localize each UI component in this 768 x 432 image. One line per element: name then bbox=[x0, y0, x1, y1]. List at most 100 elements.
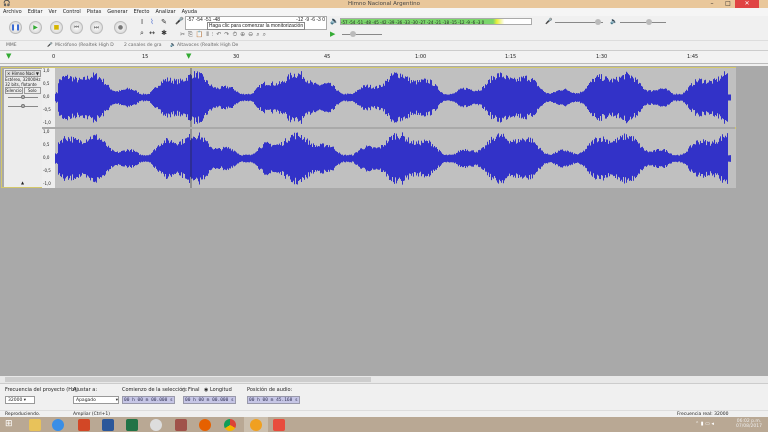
fit-project-icon[interactable]: ⌕ bbox=[263, 31, 269, 38]
zoom-out-icon[interactable]: ⊖ bbox=[248, 31, 256, 38]
close-button[interactable]: ✕ bbox=[735, 0, 759, 8]
tick: 45 bbox=[324, 54, 331, 60]
tray-icons[interactable]: ⌃ ▮ ▭ ◂ bbox=[695, 421, 714, 427]
file-explorer-icon[interactable] bbox=[29, 418, 41, 431]
skip-to-start-button[interactable]: ⏮ bbox=[70, 21, 83, 34]
play-button[interactable]: ▶ bbox=[29, 21, 42, 34]
channel-right[interactable]: 1,0 0,5 0,0 -0,5 -1,0 bbox=[42, 129, 736, 188]
draw-tool-icon[interactable]: ✎ bbox=[160, 18, 168, 26]
project-rate-select[interactable]: 32000 ▾ bbox=[5, 396, 35, 404]
start-button[interactable]: ⊞ bbox=[5, 420, 13, 429]
sync-lock-icon[interactable]: ⏱ bbox=[232, 31, 240, 38]
skip-to-end-button[interactable]: ⏭ bbox=[90, 21, 103, 34]
audacity-icon bbox=[250, 418, 262, 431]
clock-app-icon[interactable] bbox=[150, 418, 162, 431]
menu-editar[interactable]: Editar bbox=[28, 8, 43, 16]
playback-meter[interactable]: -57 -54 -51 -48 -45 -42 -39 -36 -33 -30 … bbox=[340, 18, 532, 25]
stop-button[interactable]: ■ bbox=[50, 21, 63, 34]
play-at-speed-button[interactable]: ▶ bbox=[330, 30, 335, 38]
play-speed-slider[interactable] bbox=[342, 31, 382, 37]
menu-generar[interactable]: Generar bbox=[107, 8, 127, 16]
clock[interactable]: 06:02 p.m. 07/08/2017 bbox=[736, 419, 762, 429]
monitor-prompt[interactable]: Haga clic para comenzar la monitorizació… bbox=[206, 22, 306, 30]
selection-start-field[interactable]: 00 h 00 m 00.000 s bbox=[122, 396, 175, 404]
project-rate-label: Frecuencia del proyecto (Hz): bbox=[5, 387, 79, 393]
selection-tool-icon[interactable]: I bbox=[138, 18, 146, 26]
scrollbar-thumb[interactable] bbox=[5, 377, 371, 382]
record-button[interactable]: ● bbox=[114, 21, 127, 34]
menu-bar: Archivo Editar Ver Control Pistas Genera… bbox=[0, 8, 768, 16]
snap-select[interactable]: Apagado ▾ bbox=[73, 396, 119, 404]
zoom-tool-icon[interactable]: ⌕ bbox=[138, 29, 146, 37]
timeline-ruler[interactable]: ▼ ▼ 0 15 30 45 1:00 1:15 1:30 1:45 bbox=[0, 50, 768, 64]
record-meter[interactable]: -57 -54 -51 -48 -12 -9 -6 -3 0 Haga clic … bbox=[185, 16, 327, 30]
menu-archivo[interactable]: Archivo bbox=[3, 8, 22, 16]
menu-control[interactable]: Control bbox=[63, 8, 81, 16]
scale-label: 1,0 bbox=[43, 129, 50, 134]
zoom-in-icon[interactable]: ⊕ bbox=[240, 31, 248, 38]
cut-icon[interactable]: ✂ bbox=[180, 31, 188, 38]
app-red-icon[interactable] bbox=[273, 418, 285, 431]
speaker-icon: 🔈 bbox=[330, 17, 339, 25]
waveform[interactable] bbox=[55, 68, 735, 127]
maximize-button[interactable]: □ bbox=[720, 0, 736, 8]
gain-slider[interactable] bbox=[8, 95, 38, 99]
snap-label: Ajustar a: bbox=[73, 387, 98, 393]
collapse-icon[interactable]: ▲ bbox=[21, 180, 24, 185]
scale-label: 0,5 bbox=[43, 81, 50, 86]
tick: 15 bbox=[142, 54, 149, 60]
word-icon[interactable] bbox=[102, 418, 114, 431]
tick: 1:00 bbox=[415, 54, 427, 60]
scale-label: 0,0 bbox=[43, 155, 50, 160]
selection-length-field[interactable]: 00 h 00 m 00.000 s bbox=[183, 396, 236, 404]
selection-toolbar: Frecuencia del proyecto (Hz): 32000 ▾ Aj… bbox=[0, 383, 768, 410]
paste-icon[interactable]: 📋 bbox=[196, 31, 206, 38]
pan-slider[interactable] bbox=[8, 104, 38, 108]
playback-volume-slider[interactable] bbox=[620, 19, 666, 25]
track-menu[interactable]: ✕ Himno Naci ▼ bbox=[5, 70, 41, 77]
waveform[interactable] bbox=[55, 129, 735, 188]
end-radio[interactable]: ○ Final bbox=[182, 387, 199, 393]
pause-button[interactable]: ❚❚ bbox=[9, 21, 22, 34]
powerpoint-icon[interactable] bbox=[78, 418, 90, 431]
chrome-icon[interactable] bbox=[224, 418, 236, 431]
waveform-path bbox=[55, 71, 731, 124]
tick: 0 bbox=[52, 54, 56, 60]
menu-ver[interactable]: Ver bbox=[49, 8, 57, 16]
scale-label: -0,5 bbox=[43, 168, 51, 173]
excel-icon[interactable] bbox=[126, 418, 138, 431]
menu-pistas[interactable]: Pistas bbox=[87, 8, 102, 16]
audacity-taskbar-button[interactable] bbox=[244, 417, 268, 432]
mic-volume-icon: 🎤 bbox=[545, 18, 553, 25]
record-volume-slider[interactable] bbox=[555, 19, 603, 25]
mute-button[interactable]: Silencio bbox=[5, 87, 23, 94]
timeshift-tool-icon[interactable]: ↔ bbox=[148, 29, 156, 37]
menu-analizar[interactable]: Analizar bbox=[155, 8, 175, 16]
playhead-icon[interactable]: ▼ bbox=[186, 52, 191, 60]
waveform-path bbox=[55, 132, 731, 185]
edit-toolbar: ✂⎘📋⫴⫶↶↷⏱⊕⊖⌕⌕ bbox=[180, 31, 330, 39]
device-toolbar: MME 🎤 Micrófono (Realtek High D 2 canale… bbox=[0, 40, 768, 50]
channel-left[interactable]: 1,0 0,5 0,0 -0,5 -1,0 bbox=[42, 68, 736, 127]
copy-icon[interactable]: ⎘ bbox=[188, 31, 196, 38]
solo-button[interactable]: Solo bbox=[23, 87, 41, 94]
app-icon[interactable] bbox=[175, 418, 187, 431]
horizontal-scrollbar[interactable] bbox=[0, 376, 768, 383]
menu-efecto[interactable]: Efecto bbox=[134, 8, 150, 16]
tick: 1:30 bbox=[596, 54, 608, 60]
multi-tool-icon[interactable]: ✱ bbox=[160, 29, 168, 37]
title-bar: 🎧 Himno Nacional Argentino – □ ✕ bbox=[0, 0, 768, 8]
scale-label: -0,5 bbox=[43, 107, 51, 112]
envelope-tool-icon[interactable]: ⌇ bbox=[148, 18, 156, 26]
tracks-area[interactable]: ✕ Himno Naci ▼ Estéreo, 32000Hz 32 bits,… bbox=[0, 66, 768, 376]
amplitude-scale: 1,0 0,5 0,0 -0,5 -1,0 bbox=[42, 129, 55, 188]
pin-head-icon[interactable]: ▼ bbox=[6, 52, 11, 60]
firefox-icon[interactable] bbox=[199, 418, 211, 431]
taskbar: ⊞ ⌃ ▮ ▭ ◂ 06:02 p.m. 07/08/2017 bbox=[0, 417, 768, 432]
menu-ayuda[interactable]: Ayuda bbox=[182, 8, 197, 16]
length-radio[interactable]: ◉ Longitud bbox=[204, 387, 232, 393]
audio-position-field[interactable]: 00 h 00 m 45.168 s bbox=[247, 396, 300, 404]
minimize-button[interactable]: – bbox=[704, 0, 720, 8]
audio-track[interactable]: ✕ Himno Naci ▼ Estéreo, 32000Hz 32 bits,… bbox=[1, 67, 736, 188]
internet-explorer-icon[interactable] bbox=[52, 418, 64, 431]
